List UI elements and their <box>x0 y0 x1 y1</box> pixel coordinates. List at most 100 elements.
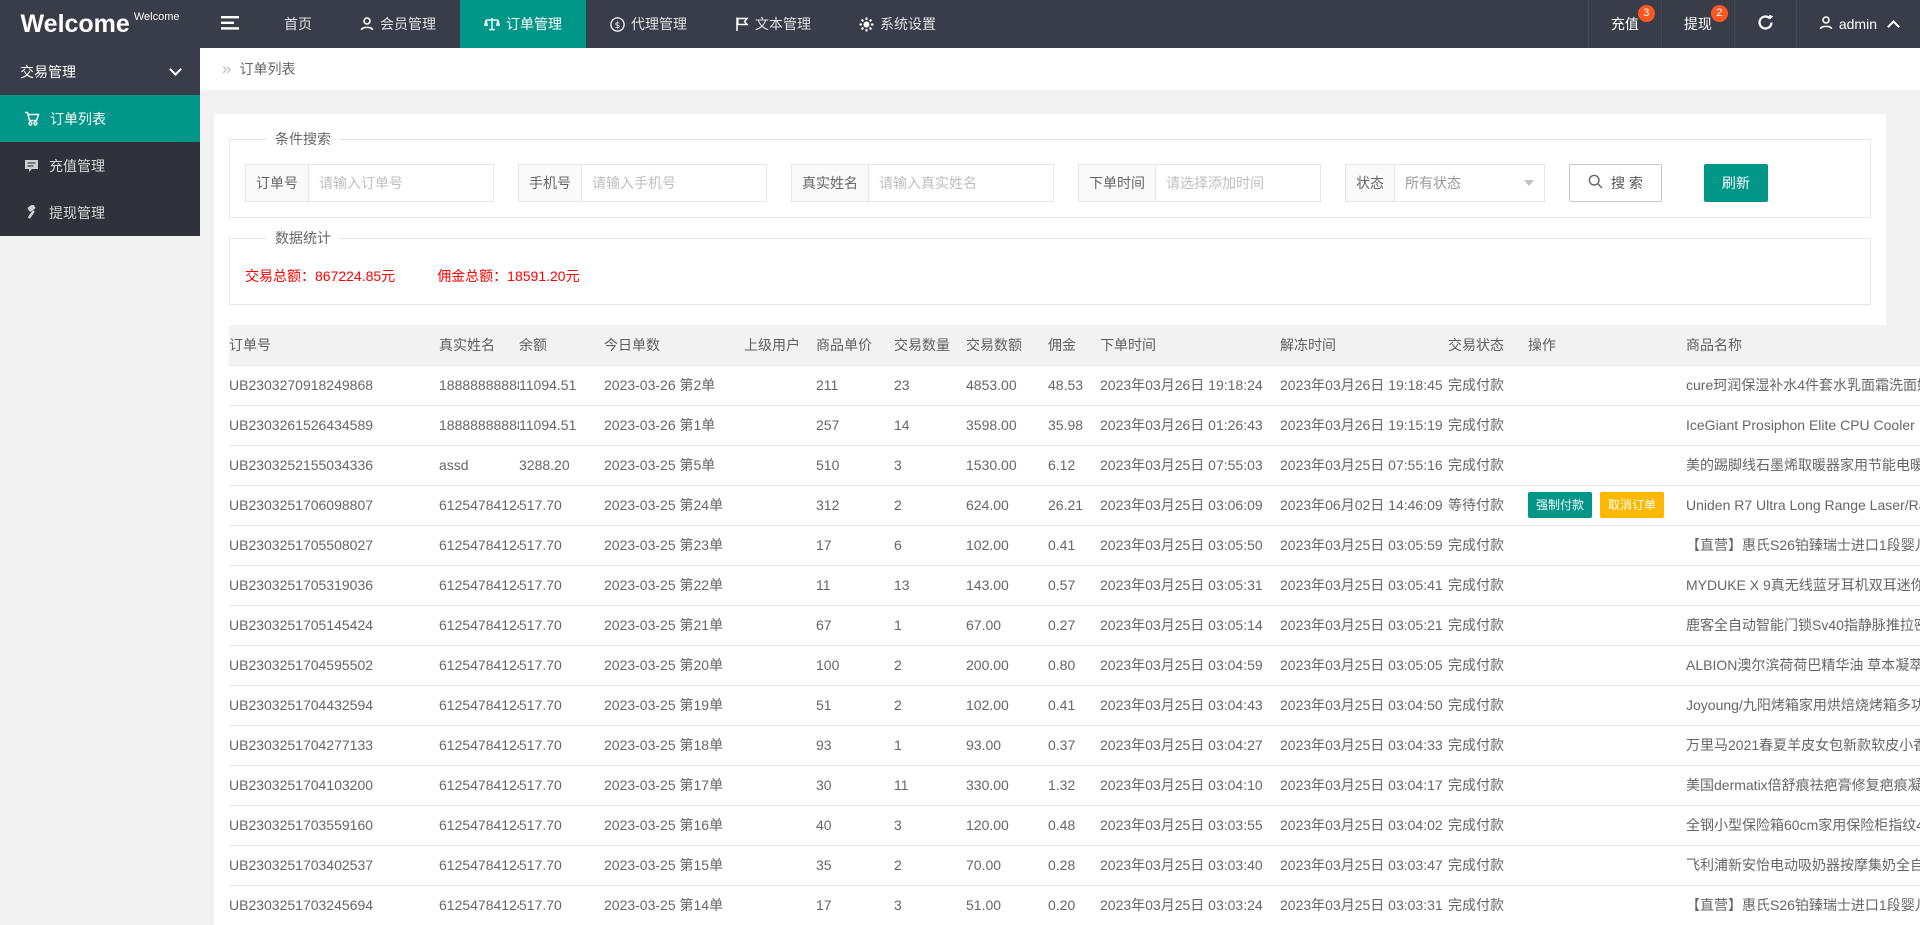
nav-item-members[interactable]: 会员管理 <box>336 0 460 48</box>
status-select[interactable]: 所有状态 <box>1395 164 1545 202</box>
parent-user-cell <box>744 845 816 885</box>
order-no-cell: UB2303251706098807 <box>229 485 439 525</box>
commission-cell: 0.48 <box>1048 805 1100 845</box>
order-no-input[interactable] <box>309 164 494 202</box>
parent-user-cell <box>744 685 816 725</box>
column-header: 交易状态 <box>1448 325 1528 365</box>
unfreeze-time-cell: 2023年03月25日 03:05:05 <box>1280 645 1448 685</box>
balance-cell: 517.70 <box>519 565 604 605</box>
trade-status-cell: 完成付款 <box>1448 565 1528 605</box>
balance-cell: 517.70 <box>519 885 604 925</box>
parent-user-cell <box>744 805 816 845</box>
parent-user-cell <box>744 405 816 445</box>
recharge-button[interactable]: 充值 3 <box>1588 0 1661 48</box>
trade-amount-cell: 70.00 <box>966 845 1048 885</box>
nav-item-orders[interactable]: 订单管理 <box>460 0 586 48</box>
balance-cell: 517.70 <box>519 685 604 725</box>
app-logo: WelcomeWelcome <box>0 0 200 48</box>
order-time-cell: 2023年03月25日 03:05:50 <box>1100 525 1280 565</box>
nav-item-texts[interactable]: 文本管理 <box>711 0 835 48</box>
order-time-cell: 2023年03月25日 03:04:59 <box>1100 645 1280 685</box>
parent-user-cell <box>744 365 816 405</box>
column-header: 解冻时间 <box>1280 325 1448 365</box>
product-name-cell: 万里马2021春夏羊皮女包新款软皮小香风 <box>1686 725 1920 765</box>
unit-price-cell: 51 <box>816 685 894 725</box>
phone-input[interactable] <box>582 164 767 202</box>
status-field: 状态 所有状态 <box>1345 164 1545 202</box>
caret-down-icon <box>1524 180 1534 186</box>
order-time-input[interactable] <box>1156 164 1321 202</box>
nav-item-label: 订单管理 <box>506 14 562 34</box>
trade-status-cell: 完成付款 <box>1448 725 1528 765</box>
actions-cell <box>1528 405 1686 445</box>
unit-price-cell: 312 <box>816 485 894 525</box>
actions-cell <box>1528 445 1686 485</box>
hammer-icon <box>24 205 39 220</box>
commission-cell: 48.53 <box>1048 365 1100 405</box>
stats-panel-legend: 数据统计 <box>267 228 339 248</box>
unfreeze-time-cell: 2023年03月25日 03:03:31 <box>1280 885 1448 925</box>
page-title: 订单列表 <box>239 59 295 79</box>
trade-amount-cell: 67.00 <box>966 605 1048 645</box>
product-name-cell: 鹿客全自动智能门锁Sv40指静脉推拉密码锁 <box>1686 605 1920 645</box>
table-row: UB230325170443259461254784124517.702023-… <box>229 685 1920 725</box>
today-orders-cell: 2023-03-25 第17单 <box>604 765 744 805</box>
today-orders-cell: 2023-03-25 第5单 <box>604 445 744 485</box>
nav-item-home[interactable]: 首页 <box>260 0 336 48</box>
force-pay-button[interactable]: 强制付款 <box>1528 492 1592 518</box>
nav-item-settings[interactable]: 系统设置 <box>835 0 960 48</box>
trade-status-cell: 完成付款 <box>1448 645 1528 685</box>
order-no-cell: UB2303252155034336 <box>229 445 439 485</box>
svg-text:$: $ <box>615 20 621 30</box>
table-row: UB230325170531903661254784124517.702023-… <box>229 565 1920 605</box>
actions-cell <box>1528 725 1686 765</box>
today-orders-cell: 2023-03-25 第15单 <box>604 845 744 885</box>
order-no-cell: UB2303251705145424 <box>229 605 439 645</box>
refresh-button[interactable]: 刷新 <box>1704 164 1768 202</box>
commission-cell: 0.80 <box>1048 645 1100 685</box>
unfreeze-time-cell: 2023年03月25日 03:03:47 <box>1280 845 1448 885</box>
sidebar-item-recharge[interactable]: 充值管理 <box>0 142 200 189</box>
parent-user-cell <box>744 445 816 485</box>
product-name-cell: ALBION澳尔滨荷荷巴精华油 草本凝萃全身 <box>1686 645 1920 685</box>
total-commission-amount: 佣金总额：18591.20元 <box>437 266 579 286</box>
product-name-cell: 全钢小型保险箱60cm家用保险柜指纹45电 <box>1686 805 1920 845</box>
actions-cell <box>1528 365 1686 405</box>
table-row: UB230325170410320061254784124517.702023-… <box>229 765 1920 805</box>
commission-cell: 0.20 <box>1048 885 1100 925</box>
order-no-label: 订单号 <box>245 164 309 202</box>
sidebar-group-trade[interactable]: 交易管理 <box>0 48 200 95</box>
actions-cell <box>1528 645 1686 685</box>
chevron-up-icon <box>1887 20 1900 33</box>
real-name-input[interactable] <box>869 164 1054 202</box>
column-header: 下单时间 <box>1100 325 1280 365</box>
trade-amount-cell: 1530.00 <box>966 445 1048 485</box>
real-name-cell: 61254784124 <box>439 685 519 725</box>
unit-price-cell: 211 <box>816 365 894 405</box>
trade-amount-cell: 624.00 <box>966 485 1048 525</box>
search-panel: 条件搜索 订单号 手机号 真实姓名 下单时间 <box>229 129 1871 218</box>
sidebar-collapse-button[interactable] <box>200 0 260 48</box>
table-row: UB230325170340253761254784124517.702023-… <box>229 845 1920 885</box>
cancel-order-button[interactable]: 取消订单 <box>1600 492 1664 518</box>
nav-item-agents[interactable]: $ 代理管理 <box>586 0 711 48</box>
sidebar-item-order-list[interactable]: 订单列表 <box>0 95 200 142</box>
trade-amount-cell: 102.00 <box>966 525 1048 565</box>
nav-item-label: 系统设置 <box>880 14 936 34</box>
real-name-cell: 61254784124 <box>439 765 519 805</box>
real-name-cell: 61254784124 <box>439 485 519 525</box>
search-button[interactable]: 搜 索 <box>1569 164 1662 202</box>
trade-amount-cell: 200.00 <box>966 645 1048 685</box>
refresh-page-button[interactable] <box>1734 0 1796 48</box>
today-orders-cell: 2023-03-25 第22单 <box>604 565 744 605</box>
today-orders-cell: 2023-03-25 第24单 <box>604 485 744 525</box>
unfreeze-time-cell: 2023年03月26日 19:15:19 <box>1280 405 1448 445</box>
actions-cell: 强制付款取消订单 <box>1528 485 1686 525</box>
today-orders-cell: 2023-03-25 第21单 <box>604 605 744 645</box>
withdraw-button[interactable]: 提现 2 <box>1661 0 1734 48</box>
navbar-right: 充值 3 提现 2 admin <box>1588 0 1920 48</box>
order-no-cell: UB2303251704277133 <box>229 725 439 765</box>
sidebar-item-withdraw[interactable]: 提现管理 <box>0 189 200 236</box>
admin-menu[interactable]: admin <box>1796 0 1920 48</box>
order-time-cell: 2023年03月25日 03:06:09 <box>1100 485 1280 525</box>
